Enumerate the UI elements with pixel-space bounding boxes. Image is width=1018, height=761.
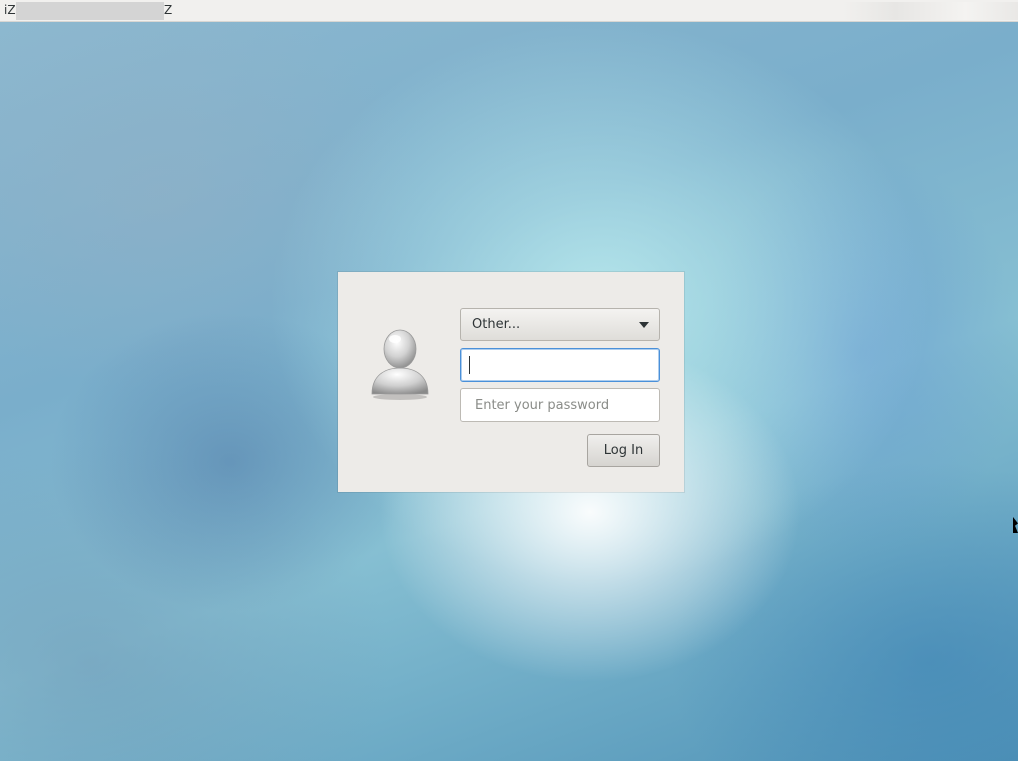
user-select-dropdown[interactable]: Other... [460, 308, 660, 341]
username-field[interactable] [460, 348, 660, 382]
hostname-redaction [16, 2, 164, 20]
top-bar: iZ Z [0, 0, 1018, 22]
log-in-button[interactable]: Log In [587, 434, 660, 467]
chevron-down-icon [639, 322, 649, 328]
user-select-value: Other... [472, 317, 521, 332]
hostname-suffix: Z [164, 3, 173, 17]
hostname-prefix: iZ [4, 3, 16, 17]
mouse-cursor-icon [1013, 517, 1018, 533]
text-cursor [469, 356, 470, 374]
topbar-status-area [843, 2, 1018, 20]
login-dialog: Other... Log In [338, 272, 684, 492]
user-avatar-icon [371, 329, 429, 400]
password-field[interactable] [460, 388, 660, 422]
